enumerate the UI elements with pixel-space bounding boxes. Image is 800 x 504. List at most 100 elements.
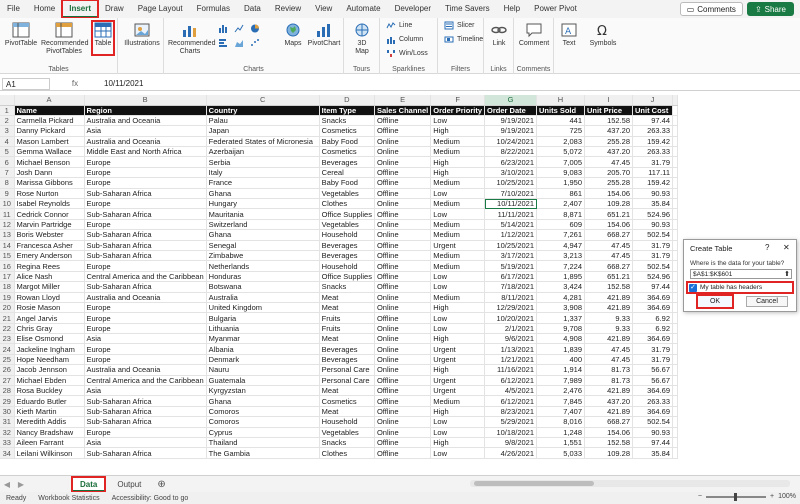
table-cell[interactable]: 263.33 [632, 395, 674, 407]
collapse-dialog-icon[interactable]: ⬆ [784, 270, 790, 279]
table-cell[interactable]: 35.84 [632, 447, 674, 459]
table-cell[interactable]: Australia [206, 292, 320, 303]
table-cell[interactable]: 56.67 [632, 375, 674, 387]
table-cell[interactable]: 1/12/2021 [484, 229, 538, 241]
table-cell[interactable]: Carmella Pickard [14, 115, 85, 127]
table-cell[interactable]: Eduardo Butler [14, 395, 85, 407]
table-cell[interactable]: 4,908 [536, 333, 586, 345]
table-cell[interactable]: Azerbaijan [206, 146, 320, 158]
table-cell[interactable]: Fruits [319, 323, 375, 335]
table-cell[interactable]: Kieth Martin [14, 406, 85, 418]
table-cell[interactable]: Meat [319, 406, 375, 418]
table-cell[interactable]: 81.73 [584, 375, 634, 387]
table-cell[interactable]: Lithuania [206, 323, 320, 335]
table-cell[interactable]: Bulgaria [206, 312, 320, 324]
row-header[interactable]: 33 [0, 437, 15, 449]
table-cell[interactable]: 651.21 [584, 208, 634, 220]
zoom-slider[interactable] [706, 492, 766, 501]
table-cell[interactable]: 8,016 [536, 416, 586, 428]
table-cell[interactable]: 668.27 [584, 416, 634, 428]
header-cell[interactable]: Unit Cost [632, 105, 674, 116]
table-cell[interactable]: Europe [84, 167, 207, 179]
table-cell[interactable]: Medium [430, 219, 486, 231]
table-cell[interactable]: 5/29/2021 [484, 416, 538, 428]
zoom-out-icon[interactable]: − [698, 493, 702, 500]
row-header[interactable]: 29 [0, 395, 15, 407]
table-cell[interactable]: 6/12/2021 [484, 375, 538, 387]
table-cell[interactable]: 9/19/2021 [484, 125, 538, 137]
header-cell[interactable]: Units Sold [536, 105, 586, 116]
table-cell[interactable]: Offline [374, 188, 432, 200]
column-header-a[interactable]: A [14, 95, 85, 106]
empty-cell[interactable] [672, 343, 679, 355]
checkbox-checked-icon[interactable]: ✓ [689, 283, 697, 292]
table-cell[interactable]: 364.69 [632, 333, 674, 345]
table-cell[interactable]: Beverages [319, 354, 375, 366]
table-cell[interactable]: 109.28 [584, 447, 634, 459]
table-cell[interactable]: Household [319, 416, 375, 428]
table-cell[interactable]: 5,033 [536, 447, 586, 459]
table-cell[interactable]: 47.45 [584, 240, 634, 251]
table-cell[interactable]: Australia and Oceania [84, 364, 207, 376]
row-header[interactable]: 9 [0, 188, 15, 200]
table-cell[interactable]: Europe [84, 177, 207, 189]
table-cell[interactable]: 421.89 [584, 302, 634, 314]
pie-chart-button[interactable] [250, 24, 260, 33]
row-header[interactable]: 32 [0, 427, 15, 439]
table-cell[interactable]: 47.45 [584, 354, 634, 366]
table-cell[interactable]: 11/11/2021 [484, 208, 538, 220]
table-cell[interactable]: Urgent [430, 240, 486, 251]
empty-cell[interactable] [672, 136, 679, 148]
table-cell[interactable]: 2,407 [536, 198, 586, 210]
table-cell[interactable]: Medium [430, 395, 486, 407]
zoom-in-icon[interactable]: + [770, 493, 774, 500]
table-cell[interactable]: Sub-Saharan Africa [84, 229, 207, 241]
table-cell[interactable]: Meat [319, 302, 375, 314]
table-cell[interactable]: 3/10/2021 [484, 167, 538, 179]
column-header-extra[interactable] [672, 95, 679, 106]
table-cell[interactable]: Meat [319, 385, 375, 397]
row-header[interactable]: 2 [0, 115, 15, 127]
table-cell[interactable]: United Kingdom [206, 302, 320, 314]
empty-cell[interactable] [672, 146, 679, 158]
row-header[interactable]: 30 [0, 406, 15, 418]
sheet-tab-output[interactable]: Output [109, 477, 149, 492]
table-cell[interactable]: Federated States of Micronesia [206, 136, 320, 148]
table-cell[interactable]: 3,213 [536, 250, 586, 262]
table-cell[interactable]: Vegetables [319, 188, 375, 200]
table-cell[interactable]: 3,424 [536, 281, 586, 293]
row-header[interactable]: 14 [0, 240, 15, 251]
table-cell[interactable]: High [430, 406, 486, 418]
table-cell[interactable]: 861 [536, 188, 586, 200]
row-header[interactable]: 7 [0, 167, 15, 179]
ribbon-tab-help[interactable]: Help [497, 0, 527, 18]
table-cell[interactable]: Europe [84, 312, 207, 324]
table-cell[interactable]: Offline [374, 385, 432, 397]
table-cell[interactable]: Medium [430, 136, 486, 148]
table-cell[interactable]: Low [430, 312, 486, 324]
table-cell[interactable]: Sub-Saharan Africa [84, 447, 207, 459]
table-cell[interactable]: Cosmetics [319, 146, 375, 158]
table-cell[interactable]: 9/6/2021 [484, 333, 538, 345]
table-cell[interactable]: Online [374, 292, 432, 303]
table-cell[interactable]: Nancy Bradshaw [14, 427, 85, 439]
empty-cell[interactable] [672, 188, 679, 200]
table-cell[interactable]: Baby Food [319, 177, 375, 189]
close-icon[interactable]: ✕ [783, 243, 790, 252]
table-cell[interactable]: Rosie Mason [14, 302, 85, 314]
column-chart-button[interactable] [218, 24, 228, 33]
header-cell[interactable]: Name [14, 105, 85, 116]
table-cell[interactable]: 47.45 [584, 250, 634, 262]
text-button[interactable]: A Text [559, 22, 579, 48]
table-cell[interactable]: Vegetables [319, 427, 375, 439]
table-cell[interactable]: 5,072 [536, 146, 586, 158]
row-header[interactable]: 8 [0, 177, 15, 189]
ribbon-tab-formulas[interactable]: Formulas [190, 0, 237, 18]
line-chart-button[interactable] [234, 24, 244, 33]
table-cell[interactable]: High [430, 364, 486, 376]
table-cell[interactable]: Low [430, 427, 486, 439]
table-cell[interactable]: Mauritania [206, 208, 320, 220]
table-cell[interactable]: Online [374, 302, 432, 314]
link-button[interactable]: Link [489, 22, 509, 48]
table-cell[interactable]: Medium [430, 250, 486, 262]
